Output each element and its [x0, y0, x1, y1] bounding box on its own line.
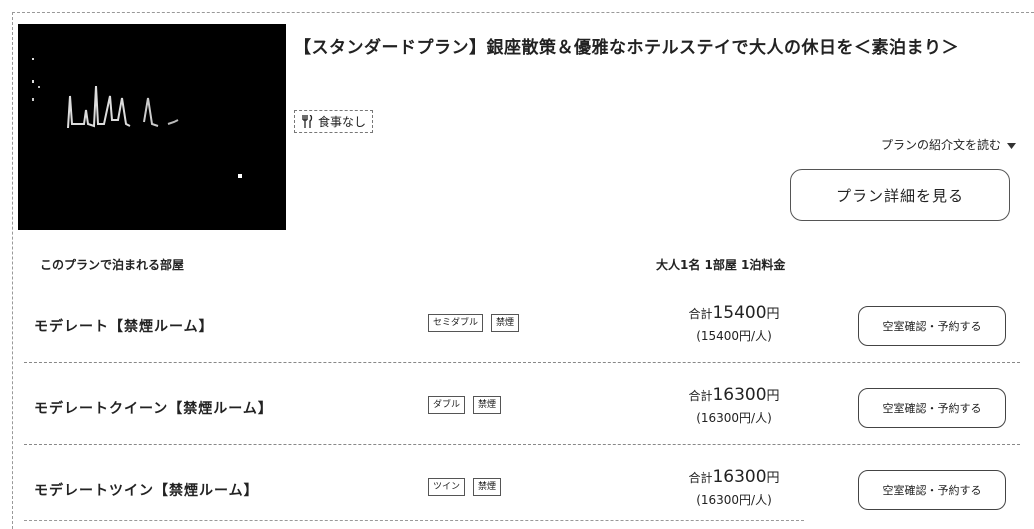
bed-type-badge: セミダブル	[428, 314, 484, 332]
meal-tag: 食事なし	[294, 110, 374, 133]
smoking-badge: 禁煙	[491, 314, 520, 332]
plan-detail-button[interactable]: プラン詳細を見る	[790, 169, 1010, 221]
plan-image[interactable]	[18, 24, 286, 230]
total-amount: 16300	[712, 385, 767, 405]
room-price: 合計16300円 (16300円/人)	[624, 384, 844, 428]
price-column-header: 大人1名 1部屋 1泊料金	[656, 258, 786, 272]
room-price: 合計16300円 (16300円/人)	[624, 466, 844, 510]
per-person-price: (15400円/人)	[696, 329, 772, 343]
total-amount: 15400	[712, 303, 767, 323]
total-label: 合計	[688, 307, 713, 321]
smoking-badge: 禁煙	[473, 478, 502, 496]
room-badges: ツイン 禁煙	[428, 478, 502, 496]
book-button[interactable]: 空室確認・予約する	[858, 388, 1006, 428]
read-more-label: プランの紹介文を読む	[880, 138, 1001, 152]
room-row: モデレート【禁煙ルーム】 セミダブル 禁煙 合計15400円 (15400円/人…	[24, 292, 1020, 363]
currency: 円	[766, 389, 780, 404]
bed-type-badge: ツイン	[428, 478, 466, 496]
room-name[interactable]: モデレート【禁煙ルーム】	[34, 316, 214, 336]
room-row: モデレートツイン【禁煙ルーム】 ツイン 禁煙 合計16300円 (16300円/…	[24, 456, 1020, 526]
meal-tag-label: 食事なし	[318, 115, 367, 129]
smoking-badge: 禁煙	[473, 396, 502, 414]
room-price: 合計15400円 (15400円/人)	[624, 302, 844, 346]
total-label: 合計	[688, 389, 713, 403]
room-badges: ダブル 禁煙	[428, 396, 502, 414]
chevron-down-icon	[1007, 138, 1016, 152]
total-amount: 16300	[712, 467, 767, 487]
room-name[interactable]: モデレートクイーン【禁煙ルーム】	[34, 398, 273, 418]
total-label: 合計	[688, 471, 713, 485]
cutlery-icon	[301, 115, 313, 128]
per-person-price: (16300円/人)	[696, 411, 772, 425]
room-name[interactable]: モデレートツイン【禁煙ルーム】	[34, 480, 259, 500]
read-more-toggle[interactable]: プランの紹介文を読む	[881, 136, 1016, 153]
rooms-column-header: このプランで泊まれる部屋	[40, 258, 185, 272]
bed-type-badge: ダブル	[428, 396, 466, 414]
plan-title[interactable]: 【スタンダードプラン】銀座散策＆優雅なホテルステイで大人の休日を＜素泊まり＞	[294, 34, 1016, 62]
book-button[interactable]: 空室確認・予約する	[858, 470, 1006, 510]
currency: 円	[766, 471, 780, 486]
book-button[interactable]: 空室確認・予約する	[858, 306, 1006, 346]
currency: 円	[766, 307, 780, 322]
room-row: モデレートクイーン【禁煙ルーム】 ダブル 禁煙 合計16300円 (16300円…	[24, 374, 1020, 445]
per-person-price: (16300円/人)	[696, 493, 772, 507]
divider	[24, 520, 804, 521]
room-badges: セミダブル 禁煙	[428, 314, 520, 332]
night-skyline-image	[18, 24, 286, 230]
